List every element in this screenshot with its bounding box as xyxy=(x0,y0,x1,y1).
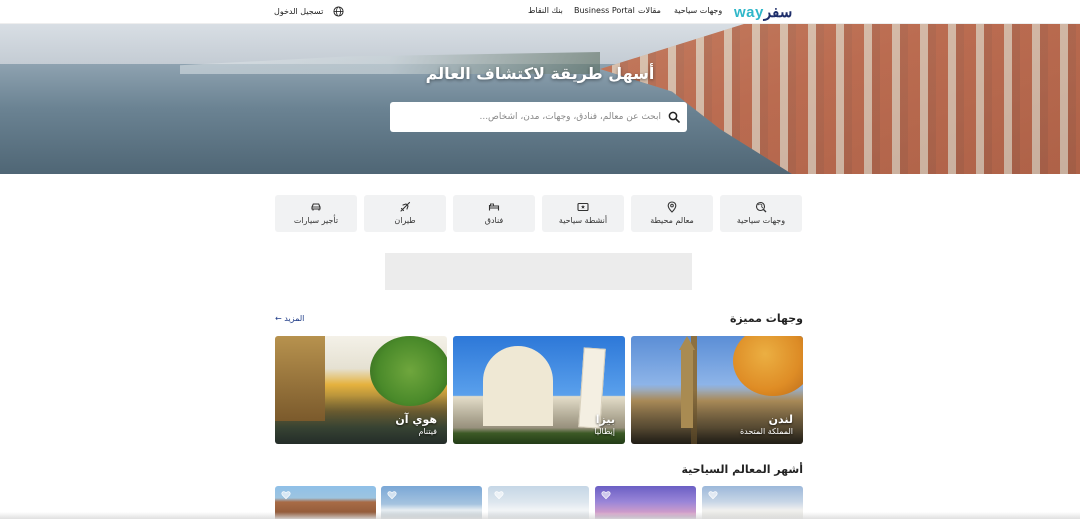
more-link-label: المزيد xyxy=(284,314,305,323)
heart-icon[interactable] xyxy=(708,490,718,500)
site-logo[interactable]: wayسفر xyxy=(734,3,792,21)
heart-icon[interactable] xyxy=(601,490,611,500)
car-icon xyxy=(311,203,321,211)
card-city-name: هوي آن xyxy=(395,413,437,426)
card-city-name: لندن xyxy=(768,413,793,426)
ticket-icon xyxy=(577,202,589,212)
search-input[interactable] xyxy=(411,102,661,132)
search-box xyxy=(390,102,687,132)
heart-icon[interactable] xyxy=(387,490,397,500)
bed-icon xyxy=(488,203,500,211)
map-pin-icon xyxy=(667,201,677,213)
card-city-name: بيزا xyxy=(595,413,615,426)
heart-icon[interactable] xyxy=(281,490,291,500)
card-image-tree xyxy=(370,336,447,406)
heart-icon[interactable] xyxy=(494,490,504,500)
hero-title: أسهل طريقة لاكتشاف العالم xyxy=(425,64,655,83)
nav-link-business-portal[interactable]: Business Portal xyxy=(574,6,635,15)
attractions-section-title: أشهر المعالم السياحية xyxy=(681,463,803,476)
category-label: وجهات سياحية xyxy=(736,216,786,225)
nav-link-destinations[interactable]: وجهات سياحية xyxy=(674,6,722,15)
globe-icon[interactable] xyxy=(333,6,344,17)
card-image-foliage xyxy=(733,336,803,396)
arrow-left-icon: ← xyxy=(275,314,282,323)
card-image-house xyxy=(275,336,325,421)
more-link[interactable]: ← المزيد xyxy=(275,314,304,323)
hero-banner: أسهل طريقة لاكتشاف العالم xyxy=(0,24,1080,174)
category-label: معالم محيطة xyxy=(650,216,694,225)
ad-placeholder xyxy=(385,253,692,290)
card-country-name: فيتنام xyxy=(418,427,437,436)
logo-text-arabic: سفر xyxy=(763,4,793,21)
nav-link-articles[interactable]: مقالات xyxy=(638,6,661,15)
card-country-name: إيطاليا xyxy=(594,427,615,436)
category-label: فنادق xyxy=(484,216,504,225)
login-link[interactable]: تسجيل الدخول xyxy=(274,7,323,16)
destination-card-hoi-an[interactable]: هوي آن فيتنام xyxy=(275,336,447,444)
search-icon[interactable] xyxy=(668,111,680,123)
destination-card-pisa[interactable]: بيزا إيطاليا xyxy=(453,336,625,444)
category-activities[interactable]: أنشطة سياحية xyxy=(542,195,624,232)
card-country-name: المملكة المتحدة xyxy=(739,427,793,436)
category-destinations[interactable]: وجهات سياحية xyxy=(720,195,802,232)
globe-search-icon xyxy=(755,201,767,213)
scroll-fade xyxy=(0,512,1080,519)
logo-text-latin: way xyxy=(734,4,764,21)
destination-card-london[interactable]: لندن المملكة المتحدة xyxy=(631,336,803,444)
category-hotels[interactable]: فنادق xyxy=(453,195,535,232)
top-navigation-bar: wayسفر وجهات سياحية مقالات Business Port… xyxy=(0,0,1080,24)
category-label: تأجير سيارات xyxy=(293,216,339,225)
nav-link-points-bank[interactable]: بنك النقاط xyxy=(528,6,563,15)
plane-icon xyxy=(400,201,411,212)
category-label: طيران xyxy=(394,216,416,225)
category-car-rental[interactable]: تأجير سيارات xyxy=(275,195,357,232)
category-nearby-attractions[interactable]: معالم محيطة xyxy=(631,195,713,232)
category-flights[interactable]: طيران xyxy=(364,195,446,232)
featured-section-title: وجهات مميزة xyxy=(729,312,803,325)
category-label: أنشطة سياحية xyxy=(558,216,608,225)
